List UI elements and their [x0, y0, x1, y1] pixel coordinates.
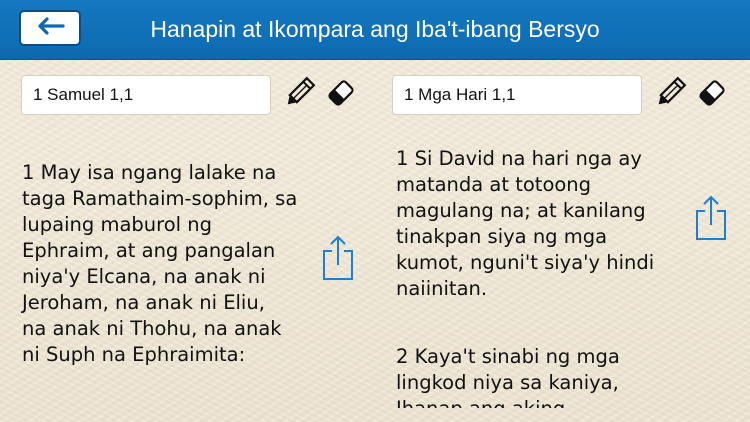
page-title: Hanapin at Ikompara ang Iba't-ibang Bers… — [150, 16, 600, 42]
pencil-icon — [282, 76, 316, 115]
right-clear-button[interactable] — [693, 76, 731, 114]
back-button[interactable] — [19, 10, 81, 46]
right-share-button[interactable] — [691, 195, 731, 246]
share-icon — [321, 235, 355, 286]
left-clear-button[interactable] — [322, 76, 360, 114]
left-share-button[interactable] — [318, 235, 358, 286]
left-reference-field[interactable]: 1 Samuel 1,1 — [21, 75, 271, 115]
right-edit-button[interactable] — [651, 76, 689, 114]
pencil-icon — [653, 76, 687, 115]
right-verse-scroll[interactable]: 1 Si David na hari nga ay matanda at tot… — [380, 140, 700, 408]
nav-bar: Hanapin at Ikompara ang Iba't-ibang Bers… — [0, 0, 750, 60]
arrow-left-icon — [35, 16, 65, 41]
left-verse-1: 1 May isa ngang lalake na taga Ramathaim… — [22, 161, 298, 366]
left-edit-button[interactable] — [280, 76, 318, 114]
right-verse-2: 2 Kaya't sinabi ng mga lingkod niya sa k… — [396, 345, 620, 408]
right-verse-1: 1 Si David na hari nga ay matanda at tot… — [396, 147, 655, 300]
share-icon — [694, 195, 728, 246]
eraser-icon — [324, 76, 358, 115]
right-reference-field[interactable]: 1 Mga Hari 1,1 — [392, 75, 642, 115]
eraser-icon — [695, 76, 729, 115]
